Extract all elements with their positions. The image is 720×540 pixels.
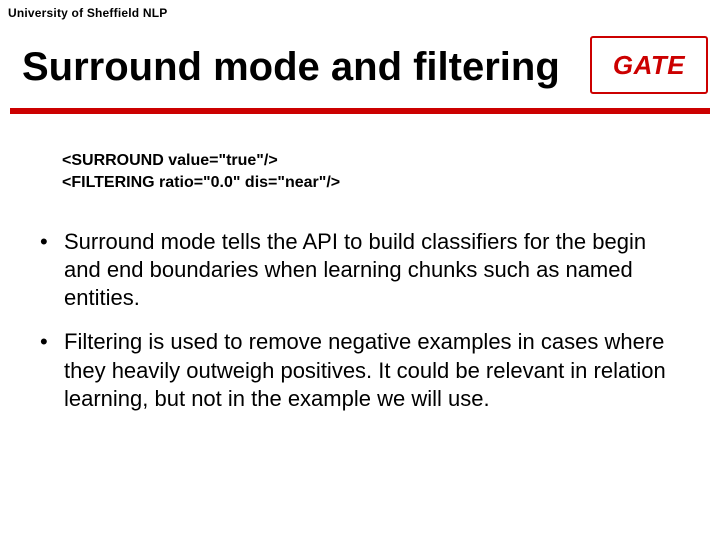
code-line-1: <SURROUND value="true"/>: [62, 152, 278, 169]
list-item: • Filtering is used to remove negative e…: [36, 328, 680, 412]
code-block: <SURROUND value="true"/> <FILTERING rati…: [62, 150, 340, 193]
bullet-text: Filtering is used to remove negative exa…: [64, 328, 680, 412]
bullet-text: Surround mode tells the API to build cla…: [64, 228, 680, 312]
affiliation-label: University of Sheffield NLP: [8, 6, 167, 20]
code-line-2: <FILTERING ratio="0.0" dis="near"/>: [62, 174, 340, 191]
slide: University of Sheffield NLP Surround mod…: [0, 0, 720, 540]
slide-title: Surround mode and filtering: [22, 45, 560, 89]
gate-logo: GATE: [590, 36, 708, 94]
bullet-dot-icon: •: [36, 228, 64, 312]
gate-logo-text: GATE: [613, 50, 685, 81]
list-item: • Surround mode tells the API to build c…: [36, 228, 680, 312]
bullet-dot-icon: •: [36, 328, 64, 412]
title-divider: [10, 108, 710, 114]
bullet-list: • Surround mode tells the API to build c…: [36, 228, 680, 429]
